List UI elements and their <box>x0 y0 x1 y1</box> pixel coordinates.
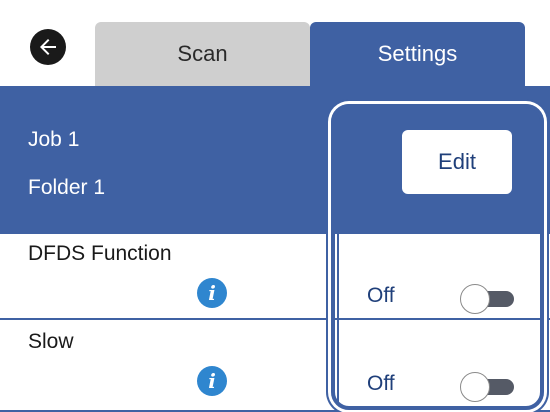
tab-settings-label: Settings <box>377 41 458 66</box>
dfds-toggle[interactable] <box>460 284 516 314</box>
info-icon[interactable]: i <box>197 278 227 308</box>
setting-label-slow: Slow <box>28 330 74 353</box>
column-divider <box>337 234 339 412</box>
arrow-left-icon <box>40 39 56 55</box>
edit-button[interactable]: Edit <box>402 130 512 194</box>
setting-row-dfds: DFDS Function i Off <box>0 234 550 318</box>
setting-value-dfds: Off <box>367 284 395 307</box>
tab-settings[interactable]: Settings <box>310 22 525 86</box>
top-bar: Scan Settings <box>0 0 550 86</box>
edit-button-label: Edit <box>438 149 476 174</box>
tab-scan-label: Scan <box>177 41 228 66</box>
job-name: Job 1 <box>28 128 80 151</box>
setting-label-dfds: DFDS Function <box>28 242 172 265</box>
toggle-knob <box>460 372 490 402</box>
back-button[interactable] <box>30 29 66 65</box>
tab-strip-spacer <box>525 22 550 86</box>
job-folder: Folder 1 <box>28 176 106 199</box>
setting-value-slow: Off <box>367 372 395 395</box>
tab-scan[interactable]: Scan <box>95 22 310 86</box>
setting-row-slow: Slow i Off <box>0 320 550 412</box>
info-glyph: i <box>208 281 216 305</box>
toggle-knob <box>460 284 490 314</box>
info-icon[interactable]: i <box>197 366 227 396</box>
info-glyph: i <box>208 369 216 393</box>
slow-toggle[interactable] <box>460 372 516 402</box>
